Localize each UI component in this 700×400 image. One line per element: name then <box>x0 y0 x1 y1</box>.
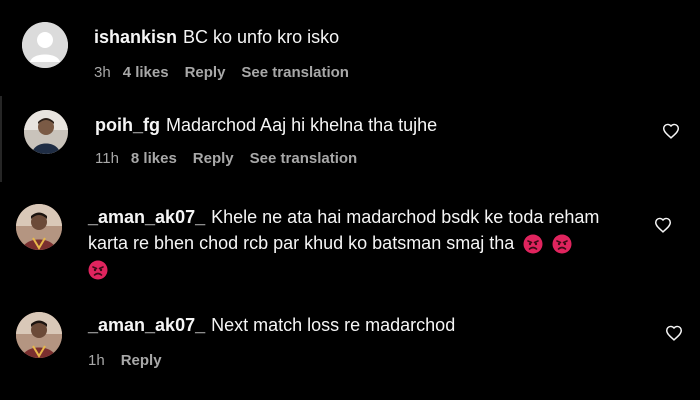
comment-text-line-2: karta re bhen chod rcb par khud ko batsm… <box>88 230 599 256</box>
comment-body: Madarchod Aaj hi khelna tha tujhe <box>166 115 438 135</box>
profile-photo-icon <box>16 204 62 250</box>
comment-text: _aman_ak07_ Next match loss re madarchod <box>88 312 455 338</box>
username[interactable]: _aman_ak07_ <box>88 315 205 335</box>
default-avatar-icon <box>22 22 68 68</box>
angry-face-emoji <box>88 260 108 280</box>
comment-time: 3h <box>94 64 111 81</box>
avatar[interactable] <box>16 312 62 358</box>
avatar[interactable] <box>16 204 62 250</box>
comment-time: 1h <box>88 352 105 369</box>
angry-face-emoji <box>523 234 543 254</box>
heart-outline-icon[interactable] <box>665 325 683 341</box>
comment-text-line-3 <box>88 256 599 282</box>
avatar[interactable] <box>24 110 68 154</box>
angry-face-emoji <box>552 234 572 254</box>
profile-photo-icon <box>16 312 62 358</box>
reply-button[interactable]: Reply <box>121 352 162 369</box>
comment-text: ishankisn BC ko unfo kro isko <box>94 24 339 50</box>
thread-divider <box>0 96 2 182</box>
avatar-default[interactable] <box>22 22 68 68</box>
comment-meta: 3h 4 likes Reply See translation <box>94 64 365 82</box>
see-translation-link[interactable]: See translation <box>250 150 358 167</box>
username[interactable]: ishankisn <box>94 27 177 47</box>
username[interactable]: poih_fg <box>95 115 160 135</box>
reply-button[interactable]: Reply <box>193 150 234 167</box>
comment-text: poih_fg Madarchod Aaj hi khelna tha tujhe <box>95 112 437 138</box>
comment-meta: 1h Reply <box>88 352 178 370</box>
likes-count[interactable]: 4 likes <box>123 64 169 81</box>
comment-time: 11h <box>95 150 119 167</box>
reply-button[interactable]: Reply <box>185 64 226 81</box>
comment-body: BC ko unfo kro isko <box>183 27 340 47</box>
comment-meta: 11h 8 likes Reply See translation <box>95 150 373 168</box>
comment-text-line-1: _aman_ak07_ Khele ne ata hai madarchod bs… <box>88 204 599 230</box>
likes-count[interactable]: 8 likes <box>131 150 177 167</box>
heart-outline-icon[interactable] <box>654 217 672 233</box>
see-translation-link[interactable]: See translation <box>241 64 349 81</box>
comment-body: Next match loss re madarchod <box>211 315 456 335</box>
username[interactable]: _aman_ak07_ <box>88 207 205 227</box>
comment-body-continued: karta re bhen chod rcb par khud ko batsm… <box>88 233 515 253</box>
profile-photo-icon <box>24 110 68 154</box>
comment-body: Khele ne ata hai madarchod bsdk ke toda … <box>211 207 600 227</box>
heart-outline-icon[interactable] <box>662 123 680 139</box>
